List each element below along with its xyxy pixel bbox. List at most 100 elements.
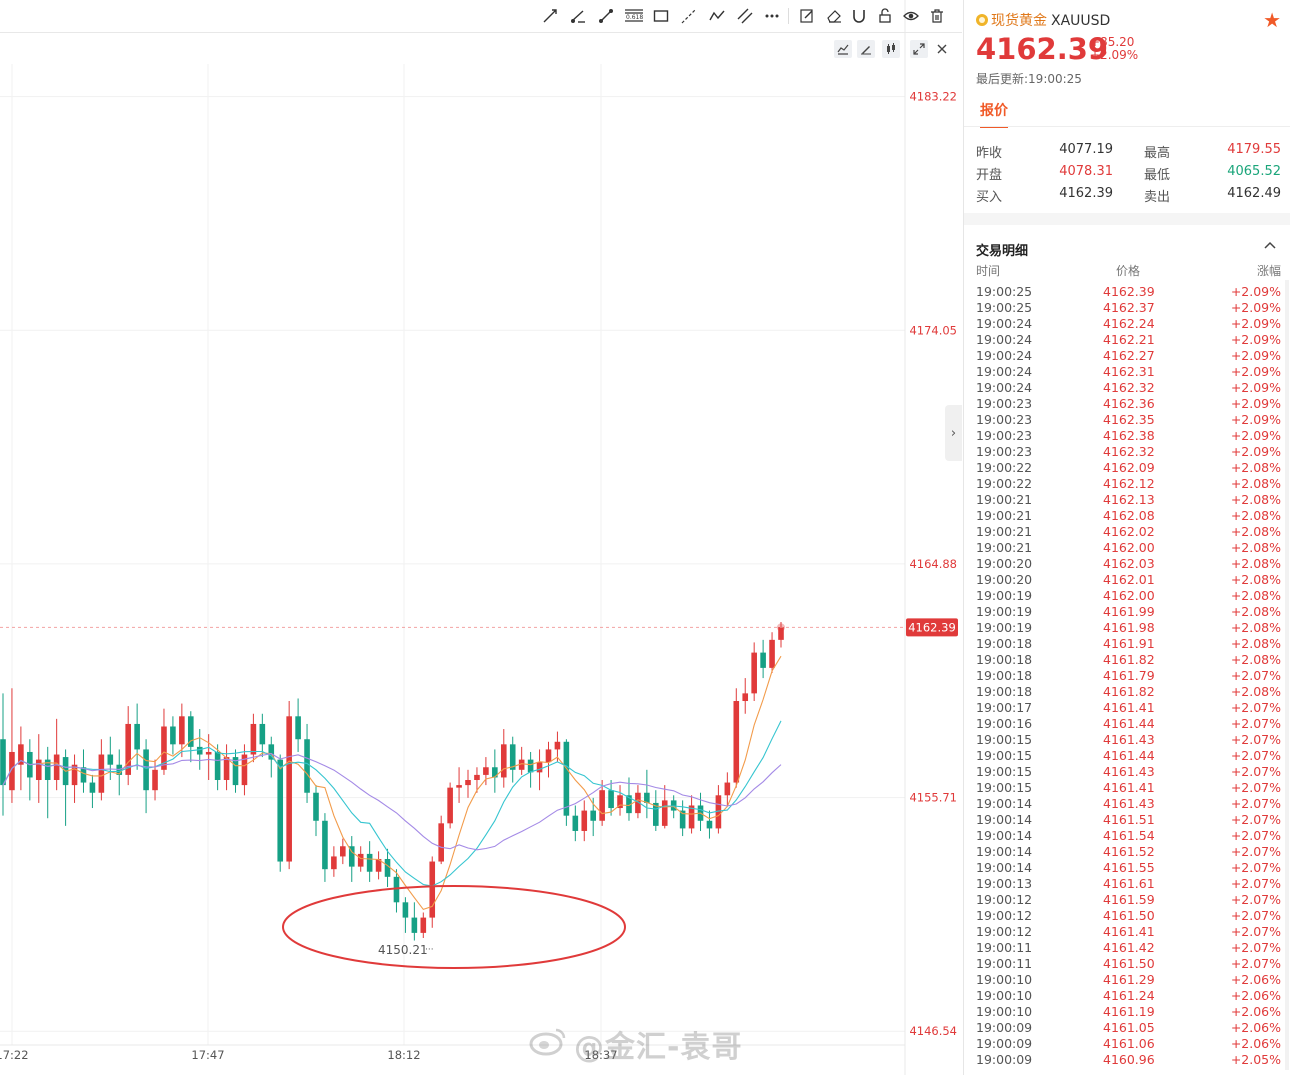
chevron-up-icon[interactable] — [1263, 238, 1277, 252]
trade-time: 19:00:17 — [976, 700, 1033, 715]
quote-label: 昨收 — [976, 146, 1003, 161]
trade-time: 19:00:15 — [976, 764, 1033, 779]
trade-price: 4161.41 — [1103, 780, 1155, 795]
quote-value: 4162.49 — [1227, 186, 1281, 201]
trade-row: 19:00:09 4160.96 +2.05% — [976, 1052, 1281, 1068]
trade-price: 4161.44 — [1103, 716, 1155, 731]
trade-price: 4161.41 — [1103, 924, 1155, 939]
trade-time: 19:00:21 — [976, 508, 1033, 523]
trade-time: 19:00:11 — [976, 956, 1033, 971]
trade-change: +2.07% — [1230, 956, 1281, 971]
trade-price: 4162.39 — [1103, 284, 1155, 299]
trade-time: 19:00:14 — [976, 796, 1033, 811]
trade-time: 19:00:09 — [976, 1052, 1033, 1067]
candle-type-icon[interactable] — [882, 40, 900, 58]
trade-change: +2.09% — [1230, 412, 1281, 427]
candlestick-chart[interactable]: 4183.22 4174.05 4164.88 4155.71 4146.54 17:22… — [0, 0, 962, 1075]
trade-change: +2.08% — [1230, 636, 1281, 651]
segment-icon[interactable] — [596, 6, 616, 26]
trade-row: 19:00:24 4162.21 +2.09% — [976, 332, 1281, 348]
trade-price: 4161.06 — [1103, 1036, 1155, 1051]
quote-label: 买入 — [976, 190, 1003, 205]
trade-table-header: 时间 价格 涨幅 — [976, 262, 1281, 278]
quote-label: 卖出 — [1144, 190, 1171, 205]
candle-body — [340, 846, 346, 857]
edit-icon[interactable] — [797, 6, 817, 26]
col-price: 价格 — [1116, 264, 1141, 278]
trade-price: 4160.96 — [1103, 1052, 1155, 1067]
trash-icon[interactable] — [927, 6, 947, 26]
trade-change: +2.08% — [1230, 588, 1281, 603]
toolbar-divider — [788, 8, 789, 24]
low-price-dots: ··· — [425, 945, 434, 955]
trade-price: 4161.61 — [1103, 876, 1155, 891]
candle-body — [366, 853, 373, 872]
candle-body — [456, 785, 462, 788]
candle-body — [742, 693, 749, 702]
trade-change: +2.08% — [1230, 572, 1281, 587]
fib-label: 0.618 — [626, 14, 643, 21]
quote-header: 现货黄金 XAUUSD ★ 4162.39 +85.20 +2.09% 最后更新:1… — [976, 8, 1281, 86]
trade-change: +2.06% — [1230, 972, 1281, 987]
trade-row: 19:00:10 4161.19 +2.06% — [976, 1004, 1281, 1020]
eye-icon[interactable] — [901, 6, 921, 26]
candle-body — [357, 853, 364, 867]
more-icon[interactable] — [762, 6, 782, 26]
trade-change: +2.07% — [1230, 780, 1281, 795]
section-divider — [964, 213, 1290, 225]
trend-line-icon[interactable] — [540, 6, 560, 26]
trade-time: 19:00:15 — [976, 748, 1033, 763]
trade-row: 19:00:15 4161.44 +2.07% — [976, 748, 1281, 764]
trade-change: +2.07% — [1230, 796, 1281, 811]
candle-body — [205, 751, 212, 755]
indicator-icon[interactable] — [834, 40, 852, 58]
candle-body — [143, 749, 149, 791]
trade-change: +2.07% — [1230, 828, 1281, 843]
trade-price: 4162.08 — [1103, 508, 1155, 523]
candle-body — [179, 716, 185, 745]
change-percent: +2.09% — [1090, 48, 1139, 62]
fibonacci-icon[interactable]: 0.618 — [623, 6, 645, 26]
candle-body — [80, 767, 87, 783]
current-price-label: 4162.39 — [908, 620, 956, 634]
candle-body — [214, 751, 221, 781]
tab-divider — [964, 126, 1290, 127]
candle-body — [608, 790, 614, 809]
candle-body — [572, 815, 579, 831]
trade-change: +2.06% — [1230, 1020, 1281, 1035]
candle-body — [152, 769, 158, 791]
trade-price: 4162.32 — [1103, 380, 1155, 395]
close-icon[interactable] — [933, 40, 951, 58]
trade-row: 19:00:10 4161.24 +2.06% — [976, 988, 1281, 1004]
pen-icon[interactable] — [857, 40, 875, 58]
last-price: 4162.39 — [976, 32, 1109, 66]
trade-change: +2.09% — [1230, 348, 1281, 363]
trade-time: 19:00:14 — [976, 828, 1033, 843]
eraser-icon[interactable] — [824, 6, 844, 26]
trade-change: +2.09% — [1230, 364, 1281, 379]
scrollbar[interactable] — [1285, 280, 1289, 1070]
trade-row: 19:00:24 4162.31 +2.09% — [976, 364, 1281, 380]
candle-body — [438, 823, 444, 862]
chart-panel[interactable]: 4183.22 4174.05 4164.88 4155.71 4146.54 17:22… — [0, 0, 962, 1075]
trade-row: 19:00:23 4162.35 +2.09% — [976, 412, 1281, 428]
fullscreen-icon[interactable] — [910, 40, 928, 58]
quote-sidebar: 现货黄金 XAUUSD ★ 4162.39 +85.20 +2.09% 最后更新:1… — [963, 0, 1290, 1075]
ray-line-icon[interactable] — [568, 6, 588, 26]
parallel-channel-icon[interactable] — [735, 6, 755, 26]
candle-body — [0, 739, 6, 786]
trade-change: +2.07% — [1230, 844, 1281, 859]
extended-line-icon[interactable] — [679, 6, 699, 26]
tab-quote[interactable]: 报价 — [980, 100, 1008, 128]
polyline-icon[interactable] — [707, 6, 727, 26]
magnet-icon[interactable] — [849, 6, 869, 26]
unlock-icon[interactable] — [875, 6, 895, 26]
trade-time: 19:00:23 — [976, 428, 1033, 443]
trade-price: 4162.13 — [1103, 492, 1155, 507]
rectangle-icon[interactable] — [651, 6, 671, 26]
trade-time: 19:00:22 — [976, 460, 1033, 475]
trade-row: 19:00:14 4161.54 +2.07% — [976, 828, 1281, 844]
star-icon[interactable]: ★ — [1263, 8, 1281, 32]
expand-side-button[interactable]: › — [945, 405, 962, 461]
trade-price: 4162.12 — [1103, 476, 1155, 491]
